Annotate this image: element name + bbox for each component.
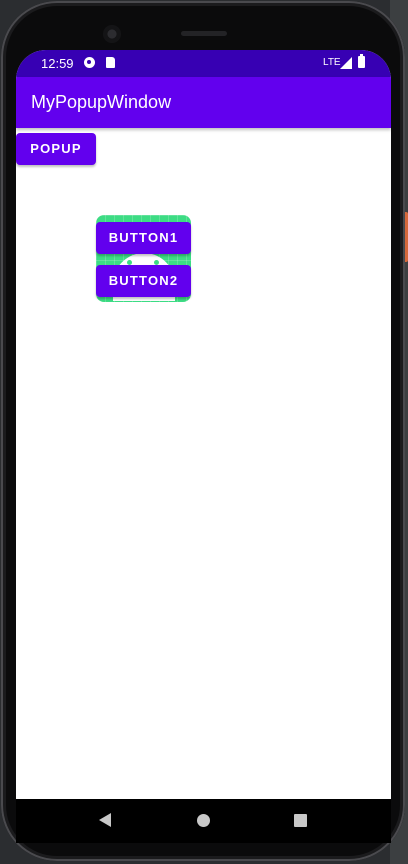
navigation-bar bbox=[16, 799, 391, 843]
button1[interactable]: BUTTON1 bbox=[96, 222, 191, 254]
button2[interactable]: BUTTON2 bbox=[96, 265, 191, 297]
app-bar: MyPopupWindow bbox=[16, 77, 391, 128]
network-type-label: LTE bbox=[323, 57, 341, 68]
emulator-device-frame: 12:59 LTE MyPopupWindow POPUP BUTTON1 BU… bbox=[1, 1, 405, 861]
earpiece-speaker bbox=[181, 31, 227, 36]
device-screen: 12:59 LTE MyPopupWindow POPUP BUTTON1 BU… bbox=[16, 50, 391, 841]
status-time: 12:59 bbox=[41, 56, 74, 71]
popup-button[interactable]: POPUP bbox=[16, 133, 96, 165]
battery-icon bbox=[358, 54, 365, 68]
front-camera bbox=[103, 25, 121, 43]
signal-icon bbox=[340, 57, 352, 69]
recents-icon[interactable] bbox=[294, 814, 307, 827]
sd-card-icon bbox=[106, 57, 115, 68]
status-bar: 12:59 LTE bbox=[16, 50, 391, 77]
data-saver-icon bbox=[84, 57, 95, 68]
app-title: MyPopupWindow bbox=[31, 92, 172, 112]
back-icon[interactable] bbox=[99, 813, 111, 827]
home-icon[interactable] bbox=[197, 814, 210, 827]
